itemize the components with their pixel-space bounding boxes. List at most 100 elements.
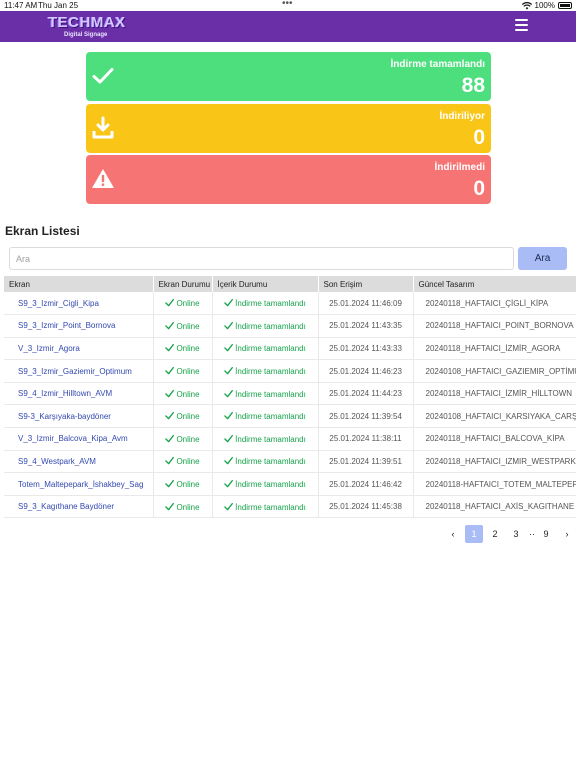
logo-subtitle: Digital Signage bbox=[64, 32, 108, 38]
cell-screen-link[interactable]: S9_3_Izmir_Point_Bornova bbox=[4, 314, 154, 338]
cell-screen-status: Online bbox=[153, 427, 213, 451]
pagination: ‹ 1 2 3 ·· 9 › bbox=[444, 525, 576, 543]
pagination-page-2[interactable]: 2 bbox=[486, 525, 504, 543]
card-not-downloaded: İndirilmedi 0 bbox=[86, 155, 491, 204]
battery-percent: 100% bbox=[534, 1, 555, 10]
screen-name[interactable]: S9_3_Izmir_Cigli_Kipa bbox=[18, 299, 99, 308]
cell-screen-status: Online bbox=[153, 314, 213, 338]
multitask-dots[interactable]: ••• bbox=[282, 0, 293, 9]
check-icon bbox=[165, 367, 175, 375]
screen-status-text: Online bbox=[176, 367, 200, 377]
check-icon bbox=[224, 344, 234, 352]
cell-screen-status: Online bbox=[153, 292, 213, 316]
table-row[interactable]: S9_3_Izmir_Cigli_Kipa Online İndirme tamam… bbox=[4, 292, 576, 316]
screen-name[interactable]: Totem_Maltepepark_İshakbey_Sag bbox=[18, 480, 143, 489]
screen-status-text: Online bbox=[176, 344, 200, 354]
cell-screen-link[interactable]: S9_4_Izmir_Hilltown_AVM bbox=[4, 382, 154, 406]
check-icon bbox=[165, 479, 175, 488]
screen-name[interactable]: S9_3_Izmir_Point_Bornova bbox=[18, 321, 115, 330]
cell-screen-status: Online bbox=[153, 337, 213, 361]
table-row[interactable]: S9-3_Karşıyaka-baydöner Online İndirme tam… bbox=[4, 404, 576, 429]
check-icon bbox=[224, 434, 234, 443]
cell-content-status: İndirme tamamlandı bbox=[212, 337, 319, 361]
check-icon bbox=[165, 502, 175, 510]
screen-name[interactable]: S9_3_Kagıthane Baydöner bbox=[18, 502, 114, 511]
search-button[interactable]: Ara bbox=[518, 247, 567, 270]
screen-name[interactable]: S9_3_Izmir_Gaziemir_Optimum bbox=[18, 367, 132, 376]
table-row[interactable]: S9_4_Westpark_AVM Online İndirme tamamland… bbox=[4, 450, 576, 474]
status-right: 100% bbox=[521, 1, 572, 10]
cell-current-design: 20240118_HAFTAICI_POINT_BORNOVA bbox=[413, 314, 576, 338]
hamburger-icon[interactable] bbox=[515, 19, 528, 33]
cell-last-access: 25.01.2024 11:38:11 bbox=[318, 427, 414, 451]
cell-last-access: 25.01.2024 11:45:38 bbox=[318, 495, 414, 519]
content-status-text: İndirme tamamlandı bbox=[235, 434, 306, 444]
col-header-last-access[interactable]: Son Erişim bbox=[318, 276, 414, 292]
screen-name[interactable]: V_3_Izmir_Balcova_Kipa_Avm bbox=[18, 434, 128, 443]
cell-screen-link[interactable]: S9_3_Izmir_Cigli_Kipa bbox=[4, 292, 154, 316]
cell-current-design: 20240118_HAFTAICI_İZMİR_AGORA bbox=[413, 337, 576, 361]
logo-text: TECHMAX bbox=[48, 14, 126, 31]
cell-screen-status: Online bbox=[153, 382, 213, 406]
cell-last-access: 25.01.2024 11:46:23 bbox=[318, 359, 414, 383]
table-row[interactable]: S9_3_Izmir_Gaziemir_Optimum Online İndirme… bbox=[4, 359, 576, 383]
pagination-next[interactable]: › bbox=[558, 525, 576, 543]
col-header-content-status[interactable]: İçerik Durumu bbox=[212, 276, 319, 292]
check-icon bbox=[224, 412, 234, 420]
cell-current-design: 20240118_HAFTAICI_BALCOVA_KİPA bbox=[413, 427, 576, 451]
table-row[interactable]: V_3_Izmir_Agora Online İndirme tamamlandı 2… bbox=[4, 337, 576, 361]
table-row[interactable]: V_3_Izmir_Balcova_Kipa_Avm Online İndirme … bbox=[4, 427, 576, 451]
col-header-screen-status[interactable]: Ekran Durumu bbox=[153, 276, 213, 292]
cell-content-status: İndirme tamamlandı bbox=[212, 427, 319, 451]
card-label: İndirilmedi bbox=[434, 162, 485, 173]
warning-icon bbox=[92, 169, 114, 188]
cell-screen-link[interactable]: S9-3_Karşıyaka-baydöner bbox=[4, 404, 154, 429]
cell-current-design: 20240108_HAFTAICI_KARSIYAKA_CARŞI bbox=[413, 404, 576, 429]
cell-screen-link[interactable]: V_3_Izmir_Balcova_Kipa_Avm bbox=[4, 427, 154, 451]
cell-screen-status: Online bbox=[153, 472, 213, 496]
screen-status-text: Online bbox=[176, 434, 200, 444]
cell-last-access: 25.01.2024 11:43:35 bbox=[318, 314, 414, 338]
screen-name[interactable]: V_3_Izmir_Agora bbox=[18, 344, 80, 353]
pagination-page-3[interactable]: 3 bbox=[507, 525, 525, 543]
screen-name[interactable]: S9_4_Izmir_Hilltown_AVM bbox=[18, 389, 112, 398]
content-status-text: İndirme tamamlandı bbox=[235, 457, 306, 467]
screen-status-text: Online bbox=[176, 502, 200, 512]
cell-screen-link[interactable]: V_3_Izmir_Agora bbox=[4, 337, 154, 361]
screen-name[interactable]: S9-3_Karşıyaka-baydöner bbox=[18, 412, 111, 421]
cell-current-design: 20240118_HAFTAICI_İZMİR_HİLLTOWN bbox=[413, 382, 576, 406]
screen-name[interactable]: S9_4_Westpark_AVM bbox=[18, 457, 96, 466]
content-status-text: İndirme tamamlandı bbox=[235, 344, 306, 354]
cell-content-status: İndirme tamamlandı bbox=[212, 382, 319, 406]
cell-screen-status: Online bbox=[153, 495, 213, 519]
check-icon bbox=[224, 298, 234, 307]
cell-screen-link[interactable]: S9_4_Westpark_AVM bbox=[4, 450, 154, 474]
check-icon bbox=[224, 321, 234, 330]
cell-screen-link[interactable]: S9_3_Izmir_Gaziemir_Optimum bbox=[4, 359, 154, 383]
cell-last-access: 25.01.2024 11:46:42 bbox=[318, 472, 414, 496]
table-row[interactable]: Totem_Maltepepark_İshakbey_Sag Online İndi… bbox=[4, 472, 576, 496]
check-icon bbox=[224, 479, 234, 488]
cell-screen-link[interactable]: Totem_Maltepepark_İshakbey_Sag bbox=[4, 472, 154, 496]
table-row[interactable]: S9_4_Izmir_Hilltown_AVM Online İndirme tam… bbox=[4, 382, 576, 406]
pagination-page-last[interactable]: 9 bbox=[537, 525, 555, 543]
card-downloading: İndiriliyor 0 bbox=[86, 104, 491, 153]
col-header-current-design[interactable]: Güncel Tasarım bbox=[413, 276, 576, 292]
search-input[interactable] bbox=[9, 247, 514, 270]
table-row[interactable]: S9_3_Kagıthane Baydöner Online İndirme tam… bbox=[4, 495, 576, 519]
app-logo[interactable]: TECHMAX Digital Signage bbox=[48, 14, 126, 40]
pagination-prev[interactable]: ‹ bbox=[444, 525, 462, 543]
pagination-page-1[interactable]: 1 bbox=[465, 525, 483, 543]
check-icon bbox=[165, 321, 175, 330]
cell-content-status: İndirme tamamlandı bbox=[212, 314, 319, 338]
check-icon bbox=[165, 389, 175, 397]
check-icon bbox=[92, 68, 114, 84]
cell-screen-link[interactable]: S9_3_Kagıthane Baydöner bbox=[4, 495, 154, 519]
status-date: Thu Jan 25 bbox=[38, 1, 79, 10]
col-header-screen[interactable]: Ekran bbox=[4, 276, 154, 292]
check-icon bbox=[165, 298, 175, 307]
table-row[interactable]: S9_3_Izmir_Point_Bornova Online İndirme ta… bbox=[4, 314, 576, 338]
cell-content-status: İndirme tamamlandı bbox=[212, 404, 319, 429]
app-header: TECHMAX Digital Signage bbox=[0, 11, 576, 42]
cell-content-status: İndirme tamamlandı bbox=[212, 450, 319, 474]
